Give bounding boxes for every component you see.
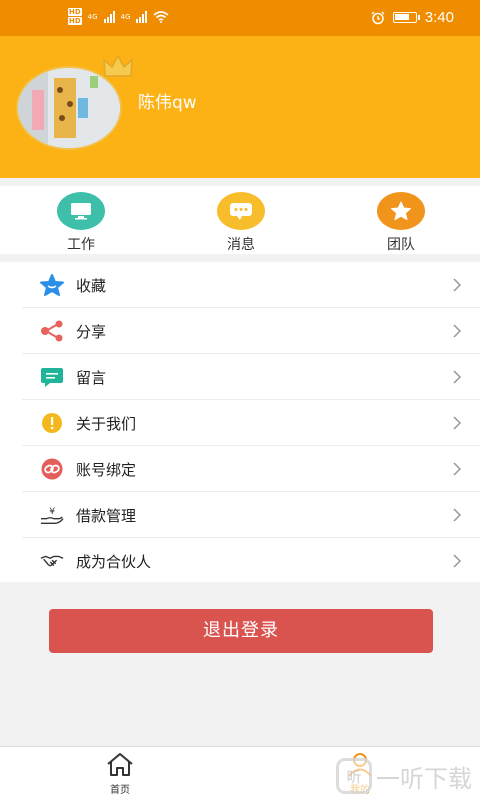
battery-icon [392,12,420,23]
handshake-icon [40,550,64,572]
star-favorite-icon [40,274,64,296]
menu-item-share[interactable]: 分享 [22,308,480,354]
signal-icon [103,11,115,23]
monitor-icon [57,192,105,230]
menu-item-label: 分享 [76,323,107,341]
status-bar: HD HD 4G 4G 3:40 [0,0,480,36]
network-indicators: HD HD 4G 4G [68,8,169,26]
wifi-icon [153,11,169,23]
alarm-icon [371,11,385,24]
share-icon [40,320,64,342]
hd-icon: HD HD [68,8,82,26]
quick-action-label: 消息 [227,237,255,253]
menu-item-favorites[interactable]: 收藏 [22,262,480,308]
menu-item-label: 成为合伙人 [76,553,152,571]
chevron-right-icon [453,416,462,430]
chevron-right-icon [453,554,462,568]
quick-action-team[interactable]: 团队 [356,192,446,254]
menu-item-loan-management[interactable]: ¥ 借款管理 [22,492,480,538]
quick-actions: 工作 消息 团队 [0,186,480,254]
star-icon [377,192,425,230]
watermark: 听 一听下载 [336,758,472,794]
menu-item-label: 关于我们 [76,415,137,433]
menu-list: 收藏 分享 留言 关于我们 账号绑定 ¥ 借款管理 成为合伙人 [0,262,480,582]
chevron-right-icon [453,324,462,338]
avatar-image [18,68,120,148]
tab-label: 首页 [110,785,130,796]
chevron-right-icon [453,462,462,476]
crown-icon [103,54,133,77]
menu-item-label: 收藏 [76,277,107,295]
signal-icon-2 [136,11,148,23]
message-icon [40,366,64,388]
tab-home[interactable]: 首页 [90,751,150,796]
hd-label-1: HD [68,8,82,16]
quick-action-work[interactable]: 工作 [36,192,126,254]
network-type-2: 4G [120,13,131,21]
chevron-right-icon [453,278,462,292]
svg-text:¥: ¥ [49,506,55,517]
menu-item-label: 借款管理 [76,507,137,525]
chevron-right-icon [453,370,462,384]
hd-label-2: HD [68,17,82,25]
menu-item-label: 留言 [76,369,107,387]
watermark-text: 一听下载 [376,764,472,793]
menu-item-account-binding[interactable]: 账号绑定 [22,446,480,492]
clock: 3:40 [424,9,454,26]
quick-action-label: 团队 [387,237,415,253]
status-right: 3:40 [371,9,454,26]
menu-item-about[interactable]: 关于我们 [22,400,480,446]
logout-button[interactable]: 退出登录 [49,609,433,653]
menu-item-become-partner[interactable]: 成为合伙人 [22,538,480,584]
chat-bubble-icon [217,192,265,230]
menu-item-message[interactable]: 留言 [22,354,480,400]
username: 陈伟qw [138,93,197,113]
loan-hand-icon: ¥ [40,504,64,526]
profile-header: 陈伟qw [0,36,480,178]
quick-action-messages[interactable]: 消息 [196,192,286,254]
chevron-right-icon [453,508,462,522]
watermark-logo: 听 [336,758,372,794]
network-type-1: 4G [87,13,98,21]
link-icon [40,458,64,480]
info-icon [40,412,64,434]
menu-item-label: 账号绑定 [76,461,137,479]
home-icon [107,753,133,776]
quick-action-label: 工作 [67,237,95,253]
